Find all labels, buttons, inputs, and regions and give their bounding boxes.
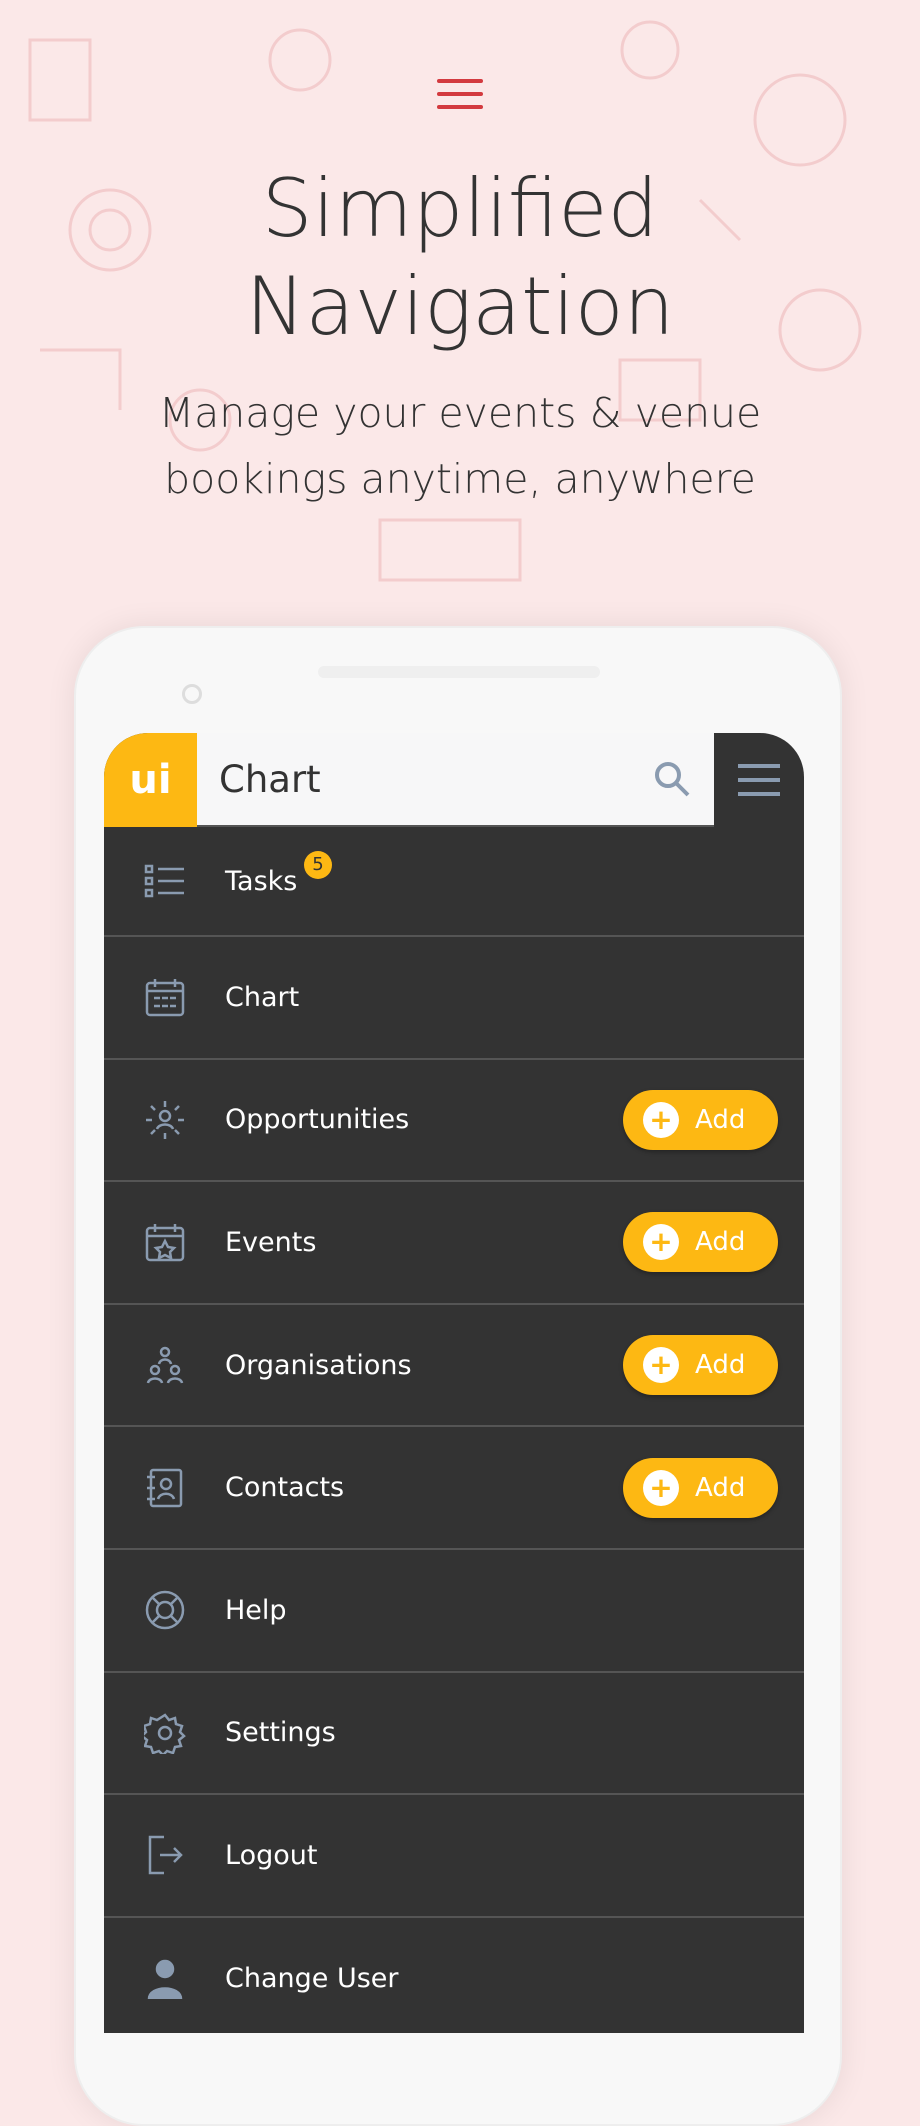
menu-item-logout[interactable]: Logout xyxy=(104,1795,804,1918)
add-label: Add xyxy=(695,1472,746,1503)
logo-text: ui xyxy=(129,757,172,803)
menu-item-change-user[interactable]: Change User xyxy=(104,1918,804,2033)
hamburger-icon xyxy=(437,79,483,113)
menu-item-label: Organisations xyxy=(225,1349,412,1381)
list-icon xyxy=(104,860,225,902)
add-label: Add xyxy=(695,1350,746,1381)
add-button[interactable]: + Add xyxy=(623,1335,778,1396)
phone-speaker xyxy=(318,666,600,678)
menu-item-contacts[interactable]: Contacts + Add xyxy=(104,1427,804,1550)
title-line: Navigation xyxy=(245,260,675,353)
menu-item-organisations[interactable]: Organisations + Add xyxy=(104,1305,804,1428)
network-person-icon xyxy=(104,1099,225,1141)
people-group-icon xyxy=(104,1344,225,1386)
contact-book-icon xyxy=(104,1467,225,1509)
title-line: Simplified xyxy=(261,162,659,255)
menu-item-events[interactable]: Events + Add xyxy=(104,1182,804,1305)
phone-camera xyxy=(182,684,202,704)
search-icon[interactable] xyxy=(652,759,692,799)
lifebuoy-icon xyxy=(104,1589,225,1631)
nav-menu: Tasks 5 Chart Opportunities + Add Events + Add Or… xyxy=(104,827,804,2033)
current-page-title: Chart xyxy=(219,757,321,801)
plus-icon: + xyxy=(643,1469,679,1506)
menu-item-tasks[interactable]: Tasks 5 xyxy=(104,827,804,937)
subtitle-line: bookings anytime, anywhere xyxy=(164,455,756,503)
menu-item-help[interactable]: Help xyxy=(104,1550,804,1673)
menu-item-label: Contacts xyxy=(225,1472,345,1504)
menu-item-label: Logout xyxy=(225,1839,318,1871)
menu-item-label: Settings xyxy=(225,1717,336,1749)
menu-item-label: Tasks xyxy=(225,865,298,897)
menu-item-label: Help xyxy=(225,1594,287,1626)
app-logo[interactable]: ui xyxy=(104,733,197,827)
calendar-star-icon xyxy=(104,1221,225,1263)
add-button[interactable]: + Add xyxy=(623,1457,778,1518)
add-label: Add xyxy=(695,1104,746,1135)
hero-title: Simplified Navigation xyxy=(0,160,920,356)
plus-icon: + xyxy=(643,1101,679,1138)
hero-subtitle: Manage your events & venue bookings anyti… xyxy=(0,380,920,512)
logout-icon xyxy=(104,1834,225,1876)
menu-item-chart[interactable]: Chart xyxy=(104,937,804,1060)
add-button[interactable]: + Add xyxy=(623,1212,778,1273)
calendar-grid-icon xyxy=(104,976,225,1018)
menu-toggle-button[interactable] xyxy=(714,733,804,827)
app-screen: ui Chart Tasks 5 Chart Opportunities + Add Eve… xyxy=(104,733,804,2033)
menu-item-label: Opportunities xyxy=(225,1104,410,1136)
menu-item-label: Change User xyxy=(225,1962,399,1994)
menu-item-settings[interactable]: Settings xyxy=(104,1673,804,1796)
tasks-count-badge: 5 xyxy=(304,851,332,879)
menu-item-opportunities[interactable]: Opportunities + Add xyxy=(104,1060,804,1183)
add-button[interactable]: + Add xyxy=(623,1089,778,1150)
user-icon xyxy=(104,1957,225,2000)
gear-icon xyxy=(104,1712,225,1754)
menu-item-label: Chart xyxy=(225,981,300,1013)
add-label: Add xyxy=(695,1227,746,1258)
subtitle-line: Manage your events & venue xyxy=(158,389,762,437)
menu-item-label: Events xyxy=(225,1226,317,1258)
plus-icon: + xyxy=(643,1224,679,1261)
app-header: ui Chart xyxy=(104,733,804,827)
plus-icon: + xyxy=(643,1347,679,1384)
search-bar[interactable]: Chart xyxy=(197,733,714,827)
